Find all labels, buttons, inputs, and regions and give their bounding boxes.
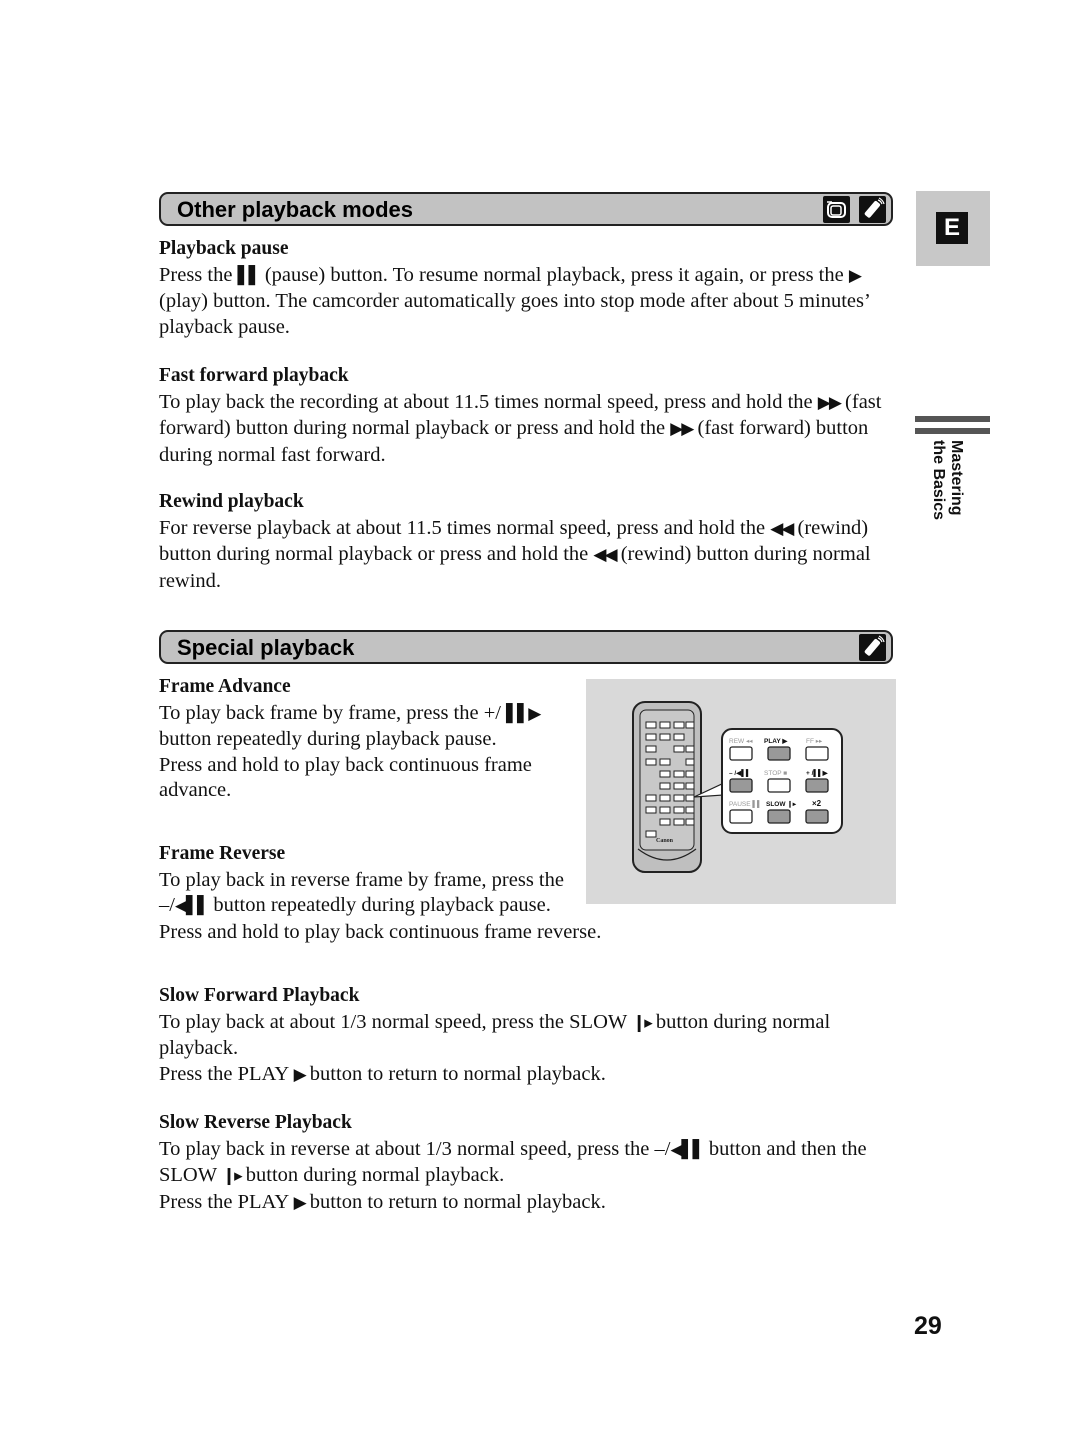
rewind-icon: ◀◀ — [770, 518, 794, 539]
plus-frame-label: + /▌▌▶ — [806, 769, 829, 777]
pause-label: PAUSE ▌▌ — [729, 800, 762, 808]
fast-forward-block: Fast forward playback To play back the r… — [159, 363, 899, 468]
stop-label: STOP ■ — [764, 770, 787, 777]
rew-button — [729, 746, 753, 761]
ff-button — [805, 746, 829, 761]
section-header-special-playback: Special playback — [159, 630, 893, 664]
fast-forward-text: To play back the recording at about 11.5… — [159, 390, 899, 469]
slow-icon: ❙▸ — [632, 1012, 653, 1033]
frame-reverse-block: Frame Reverse To play back in reverse fr… — [159, 841, 659, 945]
playback-pause-block: Playback pause Press the ▌▌ (pause) butt… — [159, 236, 899, 340]
text-run: button to return to normal playback. — [304, 1190, 606, 1213]
fast-forward-icon: ▶▶ — [817, 392, 842, 413]
slow-icon: ❙▸ — [221, 1166, 243, 1186]
ff-label: FF ▸▸ — [806, 738, 823, 745]
text-run: To play back the recording at about 11.5… — [159, 390, 818, 413]
text-run: For reverse playback at about 11.5 times… — [159, 516, 771, 539]
slow-forward-block: Slow Forward Playback To play back at ab… — [159, 983, 899, 1088]
chapter-divider-bar — [915, 428, 990, 434]
frame-advance-icon: ▌▌▶ — [506, 703, 541, 724]
fast-forward-heading: Fast forward playback — [159, 365, 349, 386]
rewind-heading: Rewind playback — [159, 491, 304, 512]
slow-reverse-heading: Slow Reverse Playback — [159, 1112, 352, 1133]
remote-control-icon — [859, 196, 886, 223]
text-run: Press the — [159, 263, 238, 286]
remote-panel — [639, 709, 695, 851]
chapter-divider-bar — [915, 416, 990, 422]
section-header-other-playback-modes: Other playback modes — [159, 192, 893, 226]
camcorder-icon — [823, 196, 850, 223]
frame-reverse-hold-text: Press and hold to play back continuous f… — [159, 920, 602, 943]
frame-advance-block: Frame Advance To play back frame by fram… — [159, 674, 569, 804]
text-run: Press the PLAY — [159, 1062, 294, 1085]
frame-reverse-icon: ◀▌▌ — [174, 896, 210, 916]
text-run: (play) button. The camcorder automatical… — [159, 290, 870, 338]
playback-pause-text: Press the ▌▌ (pause) button. To resume n… — [159, 263, 899, 341]
plus-frame-button — [805, 778, 829, 793]
remote-control-figure: Canon REW ◂◂ PLAY ▶ FF ▸▸ – /◀▌▌ STOP ■ … — [586, 679, 896, 904]
stop-button — [767, 778, 791, 793]
slow-reverse-block: Slow Reverse Playback To play back in re… — [159, 1110, 899, 1216]
text-run: Press the PLAY — [159, 1190, 294, 1213]
chapter-label-line2: the Basics — [930, 440, 947, 521]
pause-button — [729, 809, 753, 824]
frame-advance-hold-text: Press and hold to play back continuous f… — [159, 753, 532, 802]
pause-icon: ▌▌ — [237, 265, 262, 286]
frame-reverse-icon: ◀▌▌ — [670, 1139, 705, 1160]
play-icon: ▶ — [293, 1192, 307, 1213]
text-run: button during normal playback. — [240, 1164, 505, 1186]
x2-label: ×2 — [812, 799, 822, 808]
text-run: To play back frame by frame, press the +… — [159, 701, 507, 724]
remote-brand-logo: Canon — [656, 838, 674, 844]
rewind-text: For reverse playback at about 11.5 times… — [159, 516, 899, 595]
page-number: 29 — [914, 1312, 942, 1340]
playback-pause-heading: Playback pause — [159, 238, 289, 259]
language-tab-letter: E — [936, 212, 968, 244]
chapter-label: Mastering the Basics — [915, 440, 965, 540]
minus-frame-button — [729, 778, 753, 793]
frame-reverse-text: To play back in reverse frame by frame, … — [159, 868, 569, 920]
frame-advance-heading: Frame Advance — [159, 676, 291, 697]
frame-advance-text: To play back frame by frame, press the +… — [159, 701, 569, 753]
play-label: PLAY ▶ — [764, 738, 788, 745]
text-run: To play back in reverse at about 1/3 nor… — [159, 1137, 671, 1160]
slow-reverse-return-text: Press the PLAY ▶ button to return to nor… — [159, 1190, 899, 1217]
text-run: To play back at about 1/3 normal speed, … — [159, 1010, 632, 1033]
section-title: Other playback modes — [177, 197, 413, 222]
rewind-icon: ◀◀ — [593, 545, 617, 565]
language-tab: E — [916, 191, 990, 266]
rewind-block: Rewind playback For reverse playback at … — [159, 489, 899, 594]
remote-control-icon — [859, 634, 886, 661]
text-run: button repeatedly during playback pause. — [208, 894, 551, 916]
frame-reverse-heading: Frame Reverse — [159, 843, 286, 864]
slow-forward-return-text: Press the PLAY ▶ button to return to nor… — [159, 1062, 899, 1089]
x2-button — [805, 809, 829, 824]
section-title: Special playback — [177, 635, 355, 660]
minus-frame-label: – /◀▌▌ — [729, 769, 750, 777]
rew-label: REW ◂◂ — [729, 738, 753, 745]
chapter-label-line1: Mastering — [948, 440, 965, 516]
slow-forward-text: To play back at about 1/3 normal speed, … — [159, 1010, 899, 1062]
play-icon: ▶ — [848, 265, 862, 286]
slow-button — [767, 809, 791, 824]
play-button — [767, 746, 791, 761]
fast-forward-icon: ▶▶ — [670, 419, 694, 439]
remote-control-illustration: Canon REW ◂◂ PLAY ▶ FF ▸▸ – /◀▌▌ STOP ■ … — [632, 701, 843, 873]
text-run: (pause) button. To resume normal playbac… — [259, 263, 849, 286]
slow-forward-heading: Slow Forward Playback — [159, 985, 360, 1006]
text-run: button repeatedly during playback pause. — [159, 728, 497, 750]
slow-reverse-text: To play back in reverse at about 1/3 nor… — [159, 1137, 899, 1190]
play-icon: ▶ — [293, 1064, 307, 1085]
slow-label: SLOW ❙▸ — [766, 800, 797, 808]
text-run: button to return to normal playback. — [304, 1062, 606, 1085]
